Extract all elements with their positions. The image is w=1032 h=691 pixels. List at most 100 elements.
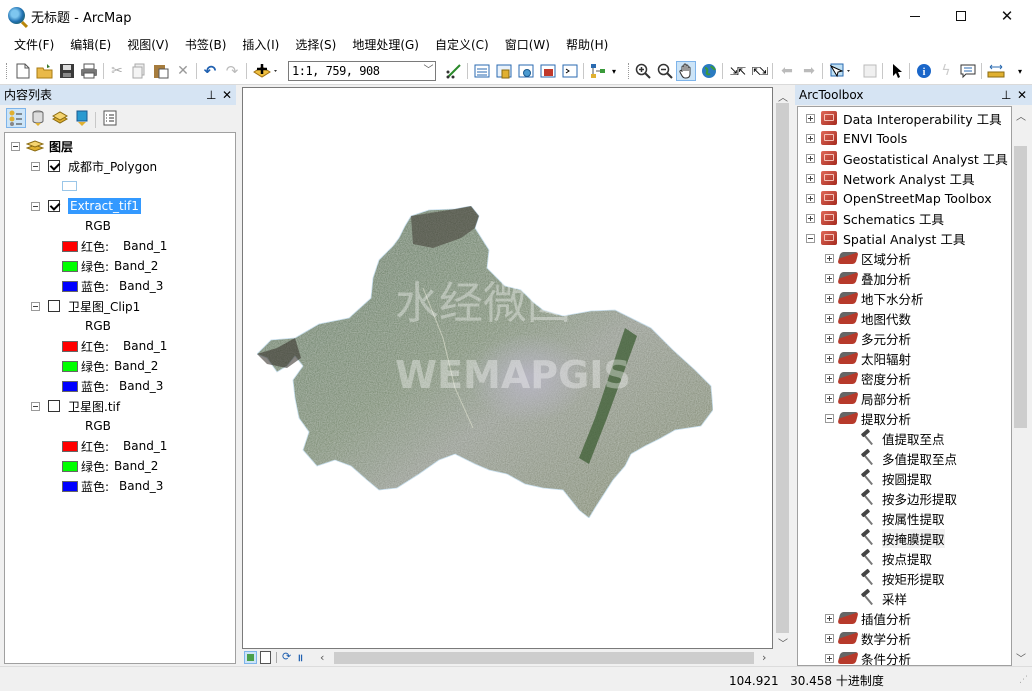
table-of-contents-button[interactable] bbox=[472, 61, 492, 81]
polygon-symbol[interactable] bbox=[62, 177, 77, 195]
menu-file[interactable]: 文件(F) bbox=[6, 34, 62, 56]
horizontal-scroll-thumb[interactable] bbox=[334, 652, 754, 664]
scroll-left-icon[interactable]: ‹ bbox=[320, 651, 324, 664]
toolset-item[interactable]: 区域分析 bbox=[825, 248, 911, 268]
expand-icon[interactable] bbox=[825, 653, 834, 663]
python-window-button[interactable] bbox=[560, 61, 580, 81]
toolbox-item[interactable]: Geostatistical Analyst 工具 bbox=[806, 148, 1008, 168]
clear-selection-button[interactable] bbox=[860, 61, 880, 81]
expand-icon[interactable] bbox=[825, 273, 834, 283]
redo-button[interactable]: ↷ bbox=[222, 61, 242, 81]
full-extent-button[interactable] bbox=[699, 61, 719, 81]
menu-geoprocessing[interactable]: 地理处理(G) bbox=[344, 34, 427, 56]
scroll-down-icon[interactable]: ﹀ bbox=[1016, 650, 1026, 665]
scroll-down-icon[interactable]: ﹀ bbox=[778, 635, 788, 650]
add-data-button[interactable] bbox=[251, 61, 281, 81]
list-by-drawing-order-button[interactable] bbox=[6, 108, 26, 128]
expand-icon[interactable] bbox=[825, 313, 834, 323]
pause-drawing-icon[interactable]: ॥ bbox=[297, 650, 303, 664]
collapse-icon[interactable] bbox=[806, 233, 815, 243]
data-view-button[interactable] bbox=[244, 651, 257, 664]
expand-icon[interactable] bbox=[806, 173, 815, 183]
expand-icon[interactable] bbox=[806, 133, 815, 143]
layer-node[interactable]: Extract_tif1 bbox=[31, 197, 141, 215]
close-panel-icon[interactable]: ✕ bbox=[222, 85, 232, 105]
list-by-visibility-button[interactable] bbox=[50, 108, 70, 128]
copy-button[interactable] bbox=[129, 61, 149, 81]
layer-node[interactable]: 卫星图.tif bbox=[31, 397, 120, 415]
expand-icon[interactable] bbox=[825, 393, 834, 403]
collapse-icon[interactable] bbox=[31, 301, 40, 311]
menu-windows[interactable]: 窗口(W) bbox=[497, 34, 558, 56]
catalog-button[interactable] bbox=[494, 61, 514, 81]
toolbox-item[interactable]: ENVI Tools bbox=[806, 128, 907, 148]
hyperlink-button[interactable]: ϟ bbox=[936, 61, 956, 81]
menu-selection[interactable]: 选择(S) bbox=[287, 34, 344, 56]
layer-visibility-checkbox[interactable] bbox=[48, 400, 60, 412]
measure-button[interactable] bbox=[986, 61, 1006, 81]
tool-item[interactable]: 按属性提取 bbox=[860, 508, 945, 528]
expand-icon[interactable] bbox=[806, 113, 815, 123]
scroll-up-icon[interactable]: ︿ bbox=[1016, 108, 1026, 123]
expand-icon[interactable] bbox=[825, 613, 834, 623]
zoom-in-button[interactable] bbox=[633, 61, 653, 81]
new-document-button[interactable] bbox=[13, 61, 33, 81]
list-by-selection-button[interactable] bbox=[72, 108, 92, 128]
close-panel-icon[interactable]: ✕ bbox=[1017, 85, 1027, 105]
menu-bookmarks[interactable]: 书签(B) bbox=[177, 34, 235, 56]
toolbar-grip[interactable] bbox=[628, 63, 631, 79]
toolset-item[interactable]: 插值分析 bbox=[825, 608, 911, 628]
expand-icon[interactable] bbox=[825, 633, 834, 643]
toolset-item[interactable]: 叠加分析 bbox=[825, 268, 911, 288]
pin-icon[interactable]: ⊥ bbox=[1001, 85, 1011, 105]
expand-icon[interactable] bbox=[806, 153, 815, 163]
scroll-thumb[interactable] bbox=[776, 103, 789, 633]
toolbar-grip[interactable] bbox=[6, 63, 9, 79]
tool-item[interactable]: 按矩形提取 bbox=[860, 568, 945, 588]
toolbox-item[interactable]: Data Interoperability 工具 bbox=[806, 108, 1002, 128]
minimize-button[interactable] bbox=[892, 0, 938, 32]
layers-root-node[interactable]: 图层 bbox=[11, 137, 73, 155]
map-vertical-scrollbar[interactable]: ︿ ﹀ bbox=[774, 87, 791, 650]
editor-toolbar-button[interactable] bbox=[444, 61, 464, 81]
scroll-right-icon[interactable]: › bbox=[762, 651, 766, 664]
fixed-zoom-out-button[interactable]: ⇱⇲ bbox=[749, 61, 769, 81]
menu-help[interactable]: 帮助(H) bbox=[558, 34, 616, 56]
tool-item[interactable]: 值提取至点 bbox=[860, 428, 945, 448]
map-canvas[interactable]: 水经微图 WEMAPGIS bbox=[242, 87, 773, 649]
collapse-icon[interactable] bbox=[31, 161, 40, 171]
toolbox-item[interactable]: Schematics 工具 bbox=[806, 208, 944, 228]
toc-options-button[interactable] bbox=[100, 108, 120, 128]
toolbox-item[interactable]: OpenStreetMap Toolbox bbox=[806, 188, 992, 208]
layer-label[interactable]: Extract_tif1 bbox=[68, 198, 141, 214]
toolset-item[interactable]: 局部分析 bbox=[825, 388, 911, 408]
arctoolbox-vertical-scrollbar[interactable]: ︿ ﹀ bbox=[1012, 106, 1029, 666]
expand-icon[interactable] bbox=[825, 353, 834, 363]
maximize-button[interactable] bbox=[938, 0, 984, 32]
layer-visibility-checkbox[interactable] bbox=[48, 200, 60, 212]
layer-label[interactable]: 卫星图.tif bbox=[68, 398, 120, 415]
go-back-button[interactable]: ⬅ bbox=[777, 61, 797, 81]
map-scale-combobox[interactable]: 1:1, 759, 908 ﹀ bbox=[288, 61, 436, 81]
toolset-item[interactable]: 地图代数 bbox=[825, 308, 911, 328]
go-forward-button[interactable]: ➡ bbox=[799, 61, 819, 81]
refresh-icon[interactable]: ⟳ bbox=[282, 650, 291, 663]
expand-icon[interactable] bbox=[825, 373, 834, 383]
pan-button[interactable] bbox=[676, 61, 696, 81]
expand-icon[interactable] bbox=[806, 213, 815, 223]
close-button[interactable]: ✕ bbox=[984, 0, 1030, 32]
toolset-item[interactable]: 地下水分析 bbox=[825, 288, 924, 308]
paste-button[interactable] bbox=[151, 61, 171, 81]
collapse-icon[interactable] bbox=[11, 141, 20, 151]
menu-edit[interactable]: 编辑(E) bbox=[62, 34, 119, 56]
list-by-source-button[interactable] bbox=[28, 108, 48, 128]
html-popup-button[interactable] bbox=[958, 61, 978, 81]
pin-icon[interactable]: ⊥ bbox=[206, 85, 216, 105]
layer-node[interactable]: 成都市_Polygon bbox=[31, 157, 157, 175]
save-button[interactable] bbox=[57, 61, 77, 81]
layer-node[interactable]: 卫星图_Clip1 bbox=[31, 297, 140, 315]
layout-view-button[interactable] bbox=[260, 651, 271, 664]
open-button[interactable] bbox=[35, 61, 55, 81]
tool-item[interactable]: 采样 bbox=[860, 588, 907, 608]
toolset-item[interactable]: 密度分析 bbox=[825, 368, 911, 388]
